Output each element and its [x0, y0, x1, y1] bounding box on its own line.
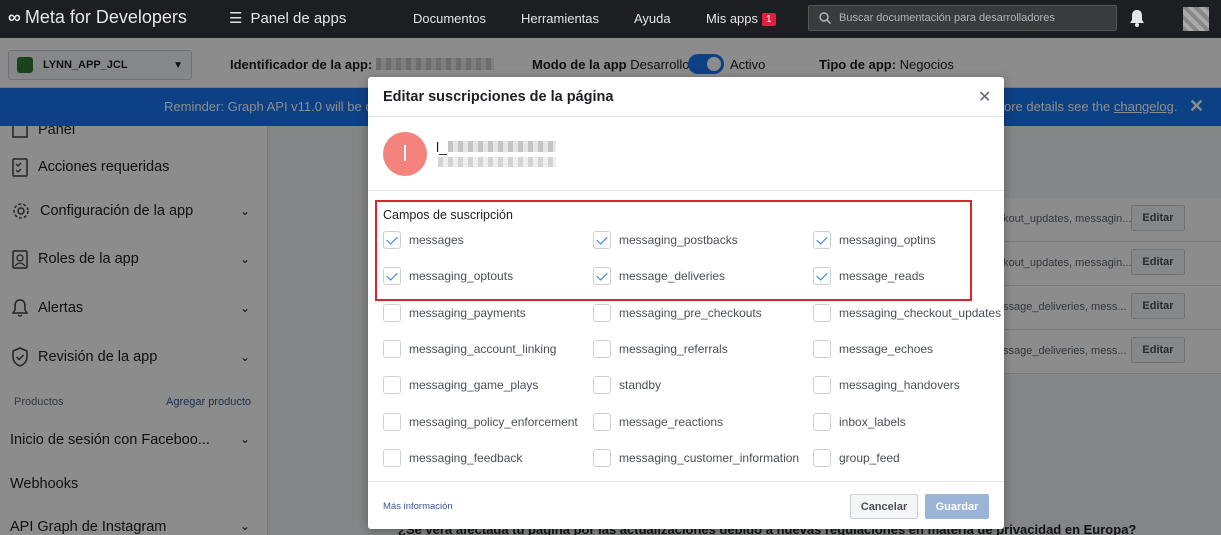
close-icon[interactable]: ✕ [978, 87, 991, 107]
dialog-title: Editar suscripciones de la página [383, 89, 614, 105]
subscription-field-messaging-game-plays[interactable]: messaging_game_plays [383, 376, 539, 395]
field-label: messaging_feedback [409, 450, 523, 465]
checkbox-unchecked[interactable] [593, 376, 611, 395]
subscription-field-message-echoes[interactable]: message_echoes [813, 339, 934, 358]
field-label: message_reactions [619, 414, 724, 429]
field-label: inbox_labels [839, 414, 906, 429]
apps-panel-menu[interactable]: ☰ Panel de apps [229, 9, 347, 28]
mis-apps-badge: 1 [762, 13, 776, 26]
cancel-button[interactable]: Cancelar [850, 494, 918, 519]
user-avatar[interactable] [1183, 7, 1209, 31]
annotation-highlight-box [375, 200, 972, 301]
checkbox-unchecked[interactable] [383, 303, 401, 322]
bell-icon[interactable] [1128, 8, 1146, 28]
page-name-redacted [448, 141, 556, 152]
logo-text: Meta for Developers [24, 7, 187, 27]
subscription-field-message-reactions[interactable]: message_reactions [593, 412, 724, 431]
field-label: messaging_policy_enforcement [409, 414, 578, 429]
nav-herramientas[interactable]: Herramientas [521, 11, 599, 26]
dialog-footer: Más información Cancelar Guardar [368, 481, 1004, 529]
checkbox-unchecked[interactable] [593, 303, 611, 322]
more-info-link[interactable]: Más información [383, 501, 453, 512]
field-label: standby [619, 378, 662, 393]
apps-panel-label: Panel de apps [250, 9, 347, 27]
field-label: message_echoes [839, 341, 934, 356]
field-label: group_feed [839, 450, 900, 465]
checkbox-unchecked[interactable] [813, 412, 831, 431]
subscription-field-standby[interactable]: standby [593, 376, 662, 395]
subscription-field-messaging-referrals[interactable]: messaging_referrals [593, 339, 728, 358]
field-label: messaging_customer_information [619, 450, 800, 465]
nav-documentos[interactable]: Documentos [413, 11, 486, 26]
mis-apps-label: Mis apps [706, 11, 759, 26]
nav-ayuda[interactable]: Ayuda [634, 11, 671, 26]
subscription-field-messaging-pre-checkouts[interactable]: messaging_pre_checkouts [593, 303, 762, 322]
subscription-field-messaging-feedback[interactable]: messaging_feedback [383, 448, 523, 467]
dialog-header: Editar suscripciones de la página ✕ [368, 77, 1004, 117]
page-name: l_ [436, 139, 447, 155]
checkbox-unchecked[interactable] [593, 339, 611, 358]
subscription-field-messaging-handovers[interactable]: messaging_handovers [813, 376, 960, 395]
field-label: messaging_account_linking [409, 341, 557, 356]
nav-mis-apps[interactable]: Mis apps 1 [706, 11, 776, 26]
field-label: messaging_referrals [619, 341, 728, 356]
top-nav: ∞ Meta for Developers ☰ Panel de apps Do… [0, 0, 1221, 38]
page-avatar: l [383, 132, 427, 176]
checkbox-unchecked[interactable] [383, 448, 401, 467]
subscription-field-group-feed[interactable]: group_feed [813, 448, 900, 467]
subscription-field-messaging-checkout-updates[interactable]: messaging_checkout_updates [813, 303, 1002, 322]
field-label: messaging_payments [409, 305, 526, 320]
page-subtitle-redacted [438, 157, 556, 167]
search-input[interactable] [839, 12, 1109, 24]
meta-infinity-icon: ∞ [8, 7, 21, 27]
subscription-field-messaging-customer-information[interactable]: messaging_customer_information [593, 448, 800, 467]
subscription-field-messaging-payments[interactable]: messaging_payments [383, 303, 526, 322]
field-label: messaging_handovers [839, 378, 960, 393]
field-label: messaging_checkout_updates [839, 305, 1002, 320]
checkbox-unchecked[interactable] [383, 412, 401, 431]
subscription-field-inbox-labels[interactable]: inbox_labels [813, 412, 906, 431]
subscription-field-messaging-policy-enforcement[interactable]: messaging_policy_enforcement [383, 412, 578, 431]
hamburger-icon: ☰ [229, 10, 243, 27]
meta-logo[interactable]: ∞ Meta for Developers [8, 7, 187, 28]
search-box[interactable] [808, 5, 1117, 31]
field-label: messaging_pre_checkouts [619, 305, 762, 320]
checkbox-unchecked[interactable] [813, 448, 831, 467]
checkbox-unchecked[interactable] [593, 448, 611, 467]
checkbox-unchecked[interactable] [813, 303, 831, 322]
edit-subscriptions-dialog: Editar suscripciones de la página ✕ l l_… [368, 77, 1004, 529]
checkbox-unchecked[interactable] [813, 376, 831, 395]
checkbox-unchecked[interactable] [813, 339, 831, 358]
field-label: messaging_game_plays [409, 378, 539, 393]
save-button[interactable]: Guardar [925, 494, 989, 519]
search-icon [819, 12, 831, 24]
page-info: l l_ [368, 117, 1004, 191]
subscription-field-messaging-account-linking[interactable]: messaging_account_linking [383, 339, 557, 358]
checkbox-unchecked[interactable] [383, 376, 401, 395]
checkbox-unchecked[interactable] [383, 339, 401, 358]
checkbox-unchecked[interactable] [593, 412, 611, 431]
